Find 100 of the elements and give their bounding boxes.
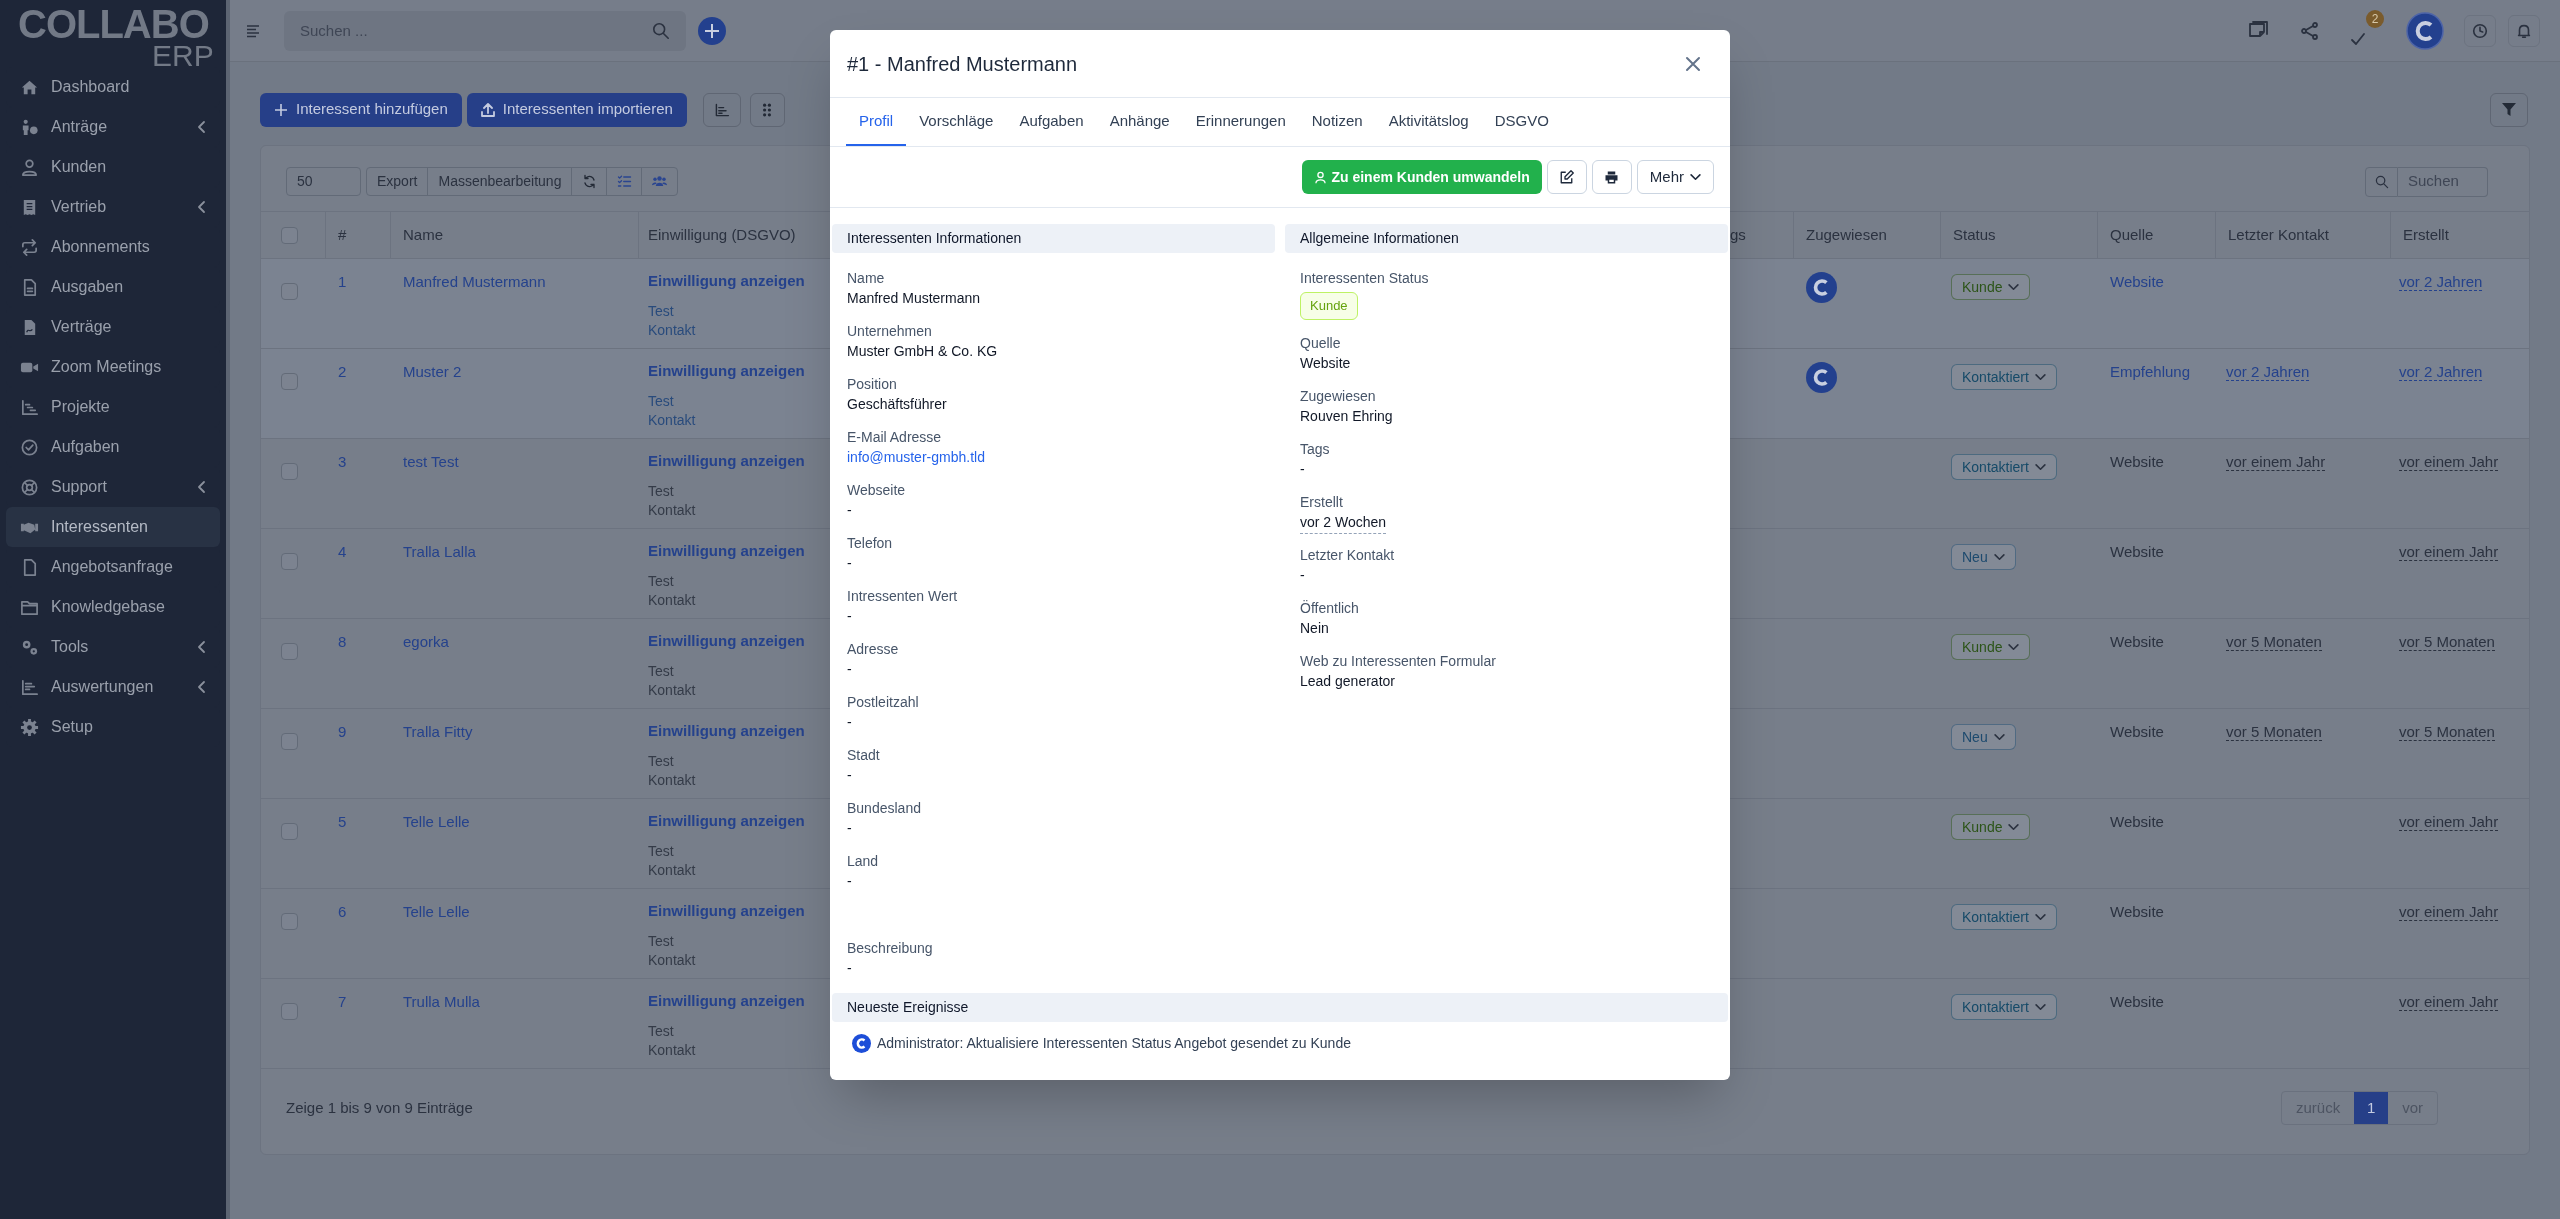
menu-icon[interactable] <box>246 23 262 38</box>
bell-button[interactable] <box>2508 14 2540 47</box>
consent-link[interactable]: Einwilligung anzeigen <box>648 270 805 293</box>
field-value: Website <box>1300 353 1351 373</box>
row-number-link[interactable]: 9 <box>338 723 347 740</box>
source-text: Website <box>2110 993 2164 1010</box>
column-header: # <box>338 224 347 245</box>
sidebar-item[interactable]: Interessenten <box>6 507 220 547</box>
lead-name-link[interactable]: Muster 2 <box>403 363 462 380</box>
tab[interactable]: Vorschläge <box>906 98 1007 146</box>
tab[interactable]: Aktivitätslog <box>1375 98 1482 146</box>
print-button[interactable] <box>1591 160 1632 194</box>
clock-button[interactable] <box>2464 14 2496 47</box>
status-dropdown[interactable]: Kontaktiert <box>1951 454 2057 480</box>
row-number-link[interactable]: 6 <box>338 903 347 920</box>
more-dropdown[interactable]: Mehr <box>1636 160 1714 194</box>
tab[interactable]: DSGVO <box>1481 98 1562 146</box>
convert-to-customer-button[interactable]: Zu einem Kunden umwandeln <box>1302 160 1542 194</box>
select-all-checkbox[interactable] <box>281 226 298 244</box>
lead-name-link[interactable]: Telle Lelle <box>403 813 470 830</box>
chevron-down-icon <box>1993 553 2005 561</box>
field-label: Interessenten Status <box>1300 269 1429 288</box>
field-label: Zugewiesen <box>1300 386 1376 406</box>
email-link[interactable]: info@muster-gmbh.tld <box>847 447 985 469</box>
chart-button[interactable] <box>702 92 741 127</box>
tab[interactable]: Erinnerungen <box>1182 98 1299 146</box>
row-checkbox[interactable] <box>281 1003 298 1020</box>
tab[interactable]: Notizen <box>1298 98 1376 146</box>
row-checkbox[interactable] <box>281 643 298 660</box>
close-icon[interactable] <box>1685 55 1701 72</box>
section-header: Allgemeine Informationen <box>1285 224 1728 253</box>
lead-name-link[interactable]: test Test <box>403 453 459 470</box>
search-button[interactable] <box>2365 166 2398 197</box>
row-number-link[interactable]: 4 <box>338 543 347 560</box>
source-text: Website <box>2110 633 2164 650</box>
lead-name-link[interactable]: Tralla Fitty <box>403 723 473 740</box>
tab[interactable]: Aufgaben <box>1006 98 1097 146</box>
consent-link[interactable]: Einwilligung anzeigen <box>648 990 805 1013</box>
column-header: Letzter Kontakt <box>2228 224 2329 245</box>
page-size-select[interactable]: 50 <box>286 167 361 196</box>
checklist-icon <box>616 174 632 189</box>
edit-button[interactable] <box>1546 160 1587 194</box>
add-lead-button[interactable]: Interessent hinzufügen <box>260 92 462 127</box>
lead-name-link[interactable]: egorka <box>403 633 449 650</box>
status-dropdown[interactable]: Kunde <box>1951 814 2031 840</box>
consent-link[interactable]: Einwilligung anzeigen <box>648 630 805 653</box>
source-text: Website <box>2110 543 2164 560</box>
table-search-field[interactable]: Suchen <box>2398 166 2488 197</box>
row-number-link[interactable]: 3 <box>338 453 347 470</box>
field-label: Postleitzahl <box>847 693 919 712</box>
row-number-link[interactable]: 7 <box>338 993 347 1010</box>
consent-link[interactable]: Einwilligung anzeigen <box>648 450 805 473</box>
consent-text: Test <box>648 841 675 861</box>
lead-name-link[interactable]: Tralla Lalla <box>403 543 476 560</box>
field-value: - <box>1300 459 1305 479</box>
consent-link[interactable]: Einwilligung anzeigen <box>648 900 805 923</box>
plus-icon[interactable] <box>698 16 726 45</box>
row-number-link[interactable]: 5 <box>338 813 347 830</box>
status-dropdown[interactable]: Neu <box>1951 724 2016 750</box>
avatar-icon[interactable] <box>2406 11 2444 50</box>
row-checkbox[interactable] <box>281 373 298 390</box>
row-checkbox[interactable] <box>281 463 298 480</box>
row-checkbox[interactable] <box>281 553 298 570</box>
import-leads-button[interactable]: Interessenten importieren <box>466 92 687 127</box>
status-dropdown[interactable]: Kontaktiert <box>1951 904 2057 930</box>
filter-button[interactable] <box>2490 92 2528 127</box>
row-number-link[interactable]: 2 <box>338 363 347 380</box>
consent-link[interactable]: Einwilligung anzeigen <box>648 720 805 743</box>
row-number-link[interactable]: 1 <box>338 273 347 290</box>
status-dropdown[interactable]: Kontaktiert <box>1951 364 2057 390</box>
status-dropdown[interactable]: Neu <box>1951 544 2016 570</box>
row-checkbox[interactable] <box>281 913 298 930</box>
consent-link[interactable]: Einwilligung anzeigen <box>648 810 805 833</box>
field-value: vor 2 Wochen <box>1300 511 1387 534</box>
row-checkbox[interactable] <box>281 283 298 300</box>
check-icon[interactable] <box>2350 31 2366 46</box>
share-icon[interactable] <box>2300 20 2320 41</box>
export-button[interactable]: Export <box>367 168 429 195</box>
row-checkbox[interactable] <box>281 823 298 840</box>
created-time: vor 2 Jahren <box>2399 363 2483 381</box>
tab[interactable]: Anhänge <box>1096 98 1183 146</box>
row-checkbox[interactable] <box>281 733 298 750</box>
consent-text: Kontakt <box>648 320 696 340</box>
tab[interactable]: Profil <box>846 98 907 146</box>
search-icon <box>2374 174 2389 189</box>
lead-name-link[interactable]: Trulla Mulla <box>403 993 480 1010</box>
consent-text: Kontakt <box>648 1040 696 1060</box>
grid-button[interactable] <box>749 92 785 127</box>
lead-name-link[interactable]: Manfred Mustermann <box>403 273 546 290</box>
consent-link[interactable]: Einwilligung anzeigen <box>648 540 805 563</box>
status-dropdown[interactable]: Kunde <box>1951 274 2031 300</box>
lead-name-link[interactable]: Telle Lelle <box>403 903 470 920</box>
status-dropdown[interactable]: Kontaktiert <box>1951 994 2057 1020</box>
search-icon[interactable] <box>652 21 670 40</box>
field-label: Web zu Interessenten Formular <box>1300 651 1496 671</box>
consent-link[interactable]: Einwilligung anzeigen <box>648 360 805 383</box>
status-dropdown[interactable]: Kunde <box>1951 634 2031 660</box>
row-number-link[interactable]: 8 <box>338 633 347 650</box>
page-button[interactable]: 1 <box>2354 1092 2389 1124</box>
bulk-edit-button[interactable]: Massenbearbeitung <box>428 168 573 195</box>
